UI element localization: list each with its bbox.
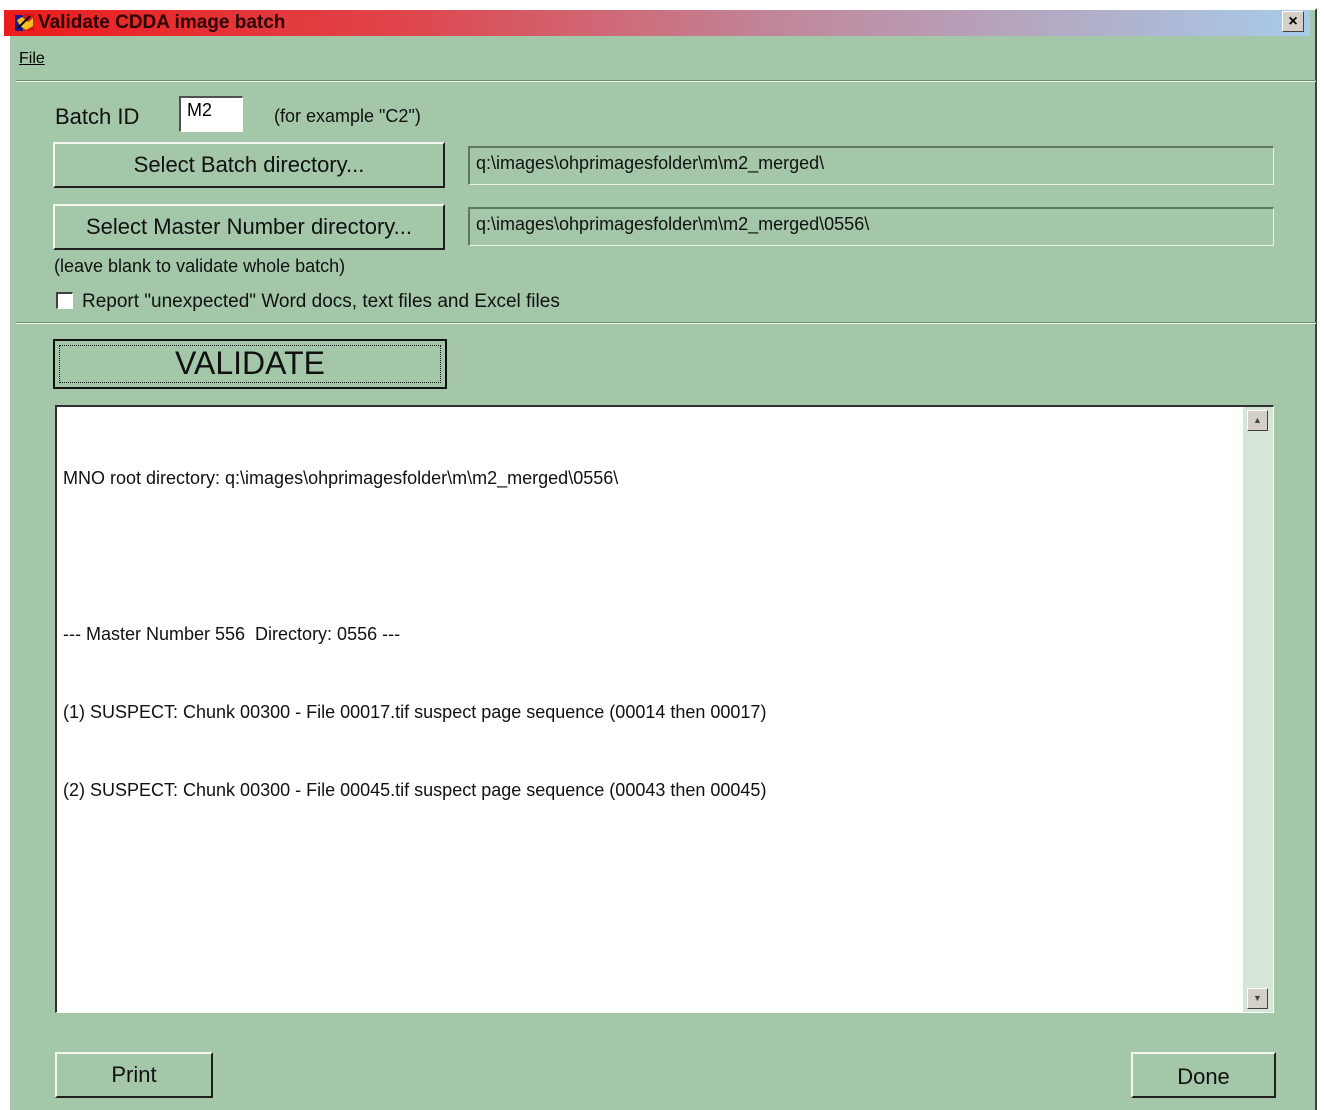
select-batch-directory-button[interactable]: Select Batch directory...: [53, 142, 445, 188]
report-unexpected-label: Report "unexpected" Word docs, text file…: [82, 291, 560, 312]
output-line: MNO root directory: q:\images\ohprimages…: [63, 468, 619, 488]
print-button[interactable]: Print: [55, 1052, 213, 1098]
scroll-up-icon: ▲: [1253, 415, 1262, 425]
output-text: MNO root directory: q:\images\ohprimages…: [63, 413, 1237, 855]
select-master-number-directory-button[interactable]: Select Master Number directory...: [53, 204, 445, 250]
master-directory-hint: (leave blank to validate whole batch): [54, 256, 346, 276]
validate-button[interactable]: VALIDATE: [53, 339, 447, 389]
title-bar[interactable]: Validate CDDA image batch ×: [4, 10, 1310, 36]
menu-file[interactable]: File: [19, 50, 45, 67]
window-title: Validate CDDA image batch: [38, 12, 286, 33]
report-unexpected-checkbox[interactable]: [56, 292, 73, 309]
app-icon: [14, 12, 36, 34]
validate-button-label: VALIDATE: [175, 345, 325, 381]
master-number-directory-path: q:\images\ohprimagesfolder\m\m2_merged\0…: [468, 207, 1274, 246]
menu-separator: [16, 80, 1316, 82]
close-icon: ×: [1288, 13, 1298, 30]
vertical-scrollbar[interactable]: ▲ ▼: [1243, 407, 1273, 1012]
batch-id-input[interactable]: M2: [179, 96, 243, 132]
output-line: (1) SUSPECT: Chunk 00300 - File 00017.ti…: [63, 702, 767, 722]
menu-bar: File: [19, 50, 45, 68]
output-line: --- Master Number 556 Directory: 0556 --…: [63, 624, 401, 644]
scroll-down-button[interactable]: ▼: [1247, 988, 1268, 1009]
done-button[interactable]: Done: [1131, 1052, 1276, 1098]
validation-output[interactable]: MNO root directory: q:\images\ohprimages…: [55, 405, 1274, 1013]
scroll-down-icon: ▼: [1253, 993, 1262, 1003]
close-button[interactable]: ×: [1282, 11, 1304, 32]
output-line: (2) SUSPECT: Chunk 00300 - File 00045.ti…: [63, 780, 767, 800]
batch-directory-path: q:\images\ohprimagesfolder\m\m2_merged\: [468, 146, 1274, 185]
batch-id-hint: (for example "C2"): [274, 106, 421, 126]
scroll-up-button[interactable]: ▲: [1247, 410, 1268, 431]
batch-id-label: Batch ID: [55, 104, 140, 129]
options-separator: [16, 322, 1316, 324]
